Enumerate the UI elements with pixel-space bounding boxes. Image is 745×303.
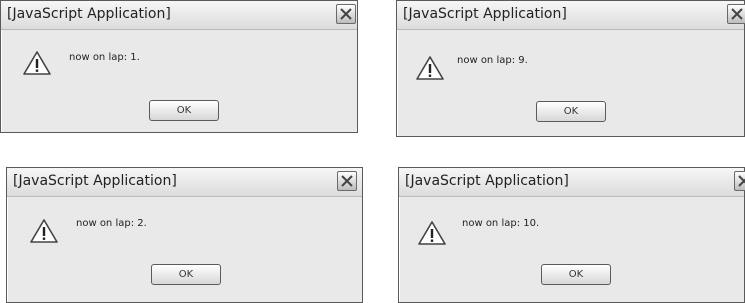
close-button[interactable]: [727, 4, 745, 24]
dialog-message: now on lap: 2.: [76, 218, 147, 229]
dialog-message: now on lap: 10.: [462, 218, 540, 229]
ok-button[interactable]: OK: [149, 100, 219, 121]
close-icon: [738, 175, 745, 187]
dialog-message: now on lap: 1.: [69, 52, 140, 63]
close-icon: [341, 175, 353, 187]
dialog-titlebar[interactable]: [JavaScript Application]: [7, 168, 362, 197]
dialog-title: [JavaScript Application]: [403, 6, 567, 22]
close-icon: [731, 8, 743, 20]
alert-dialog: [JavaScript Application] now on lap: 10.…: [398, 167, 745, 303]
warning-icon: [23, 51, 51, 75]
alert-dialog: [JavaScript Application] now on lap: 2. …: [6, 167, 363, 303]
warning-icon: [418, 221, 446, 245]
warning-icon: [416, 56, 444, 80]
ok-button[interactable]: OK: [151, 264, 221, 285]
dialog-title: [JavaScript Application]: [405, 173, 569, 189]
close-icon: [340, 8, 352, 20]
dialog-titlebar[interactable]: [JavaScript Application]: [399, 168, 745, 197]
ok-button[interactable]: OK: [541, 264, 611, 285]
close-button[interactable]: [734, 171, 745, 191]
alert-dialog: [JavaScript Application] now on lap: 1. …: [0, 0, 358, 133]
dialog-title: [JavaScript Application]: [7, 6, 171, 22]
dialog-message: now on lap: 9.: [457, 55, 528, 66]
close-button[interactable]: [336, 4, 356, 24]
warning-icon: [30, 219, 58, 243]
dialog-titlebar[interactable]: [JavaScript Application]: [1, 1, 357, 30]
ok-button[interactable]: OK: [536, 101, 606, 122]
dialog-titlebar[interactable]: [JavaScript Application]: [397, 1, 745, 30]
alert-dialog: [JavaScript Application] now on lap: 9. …: [396, 0, 745, 137]
close-button[interactable]: [337, 171, 357, 191]
dialog-title: [JavaScript Application]: [13, 173, 177, 189]
